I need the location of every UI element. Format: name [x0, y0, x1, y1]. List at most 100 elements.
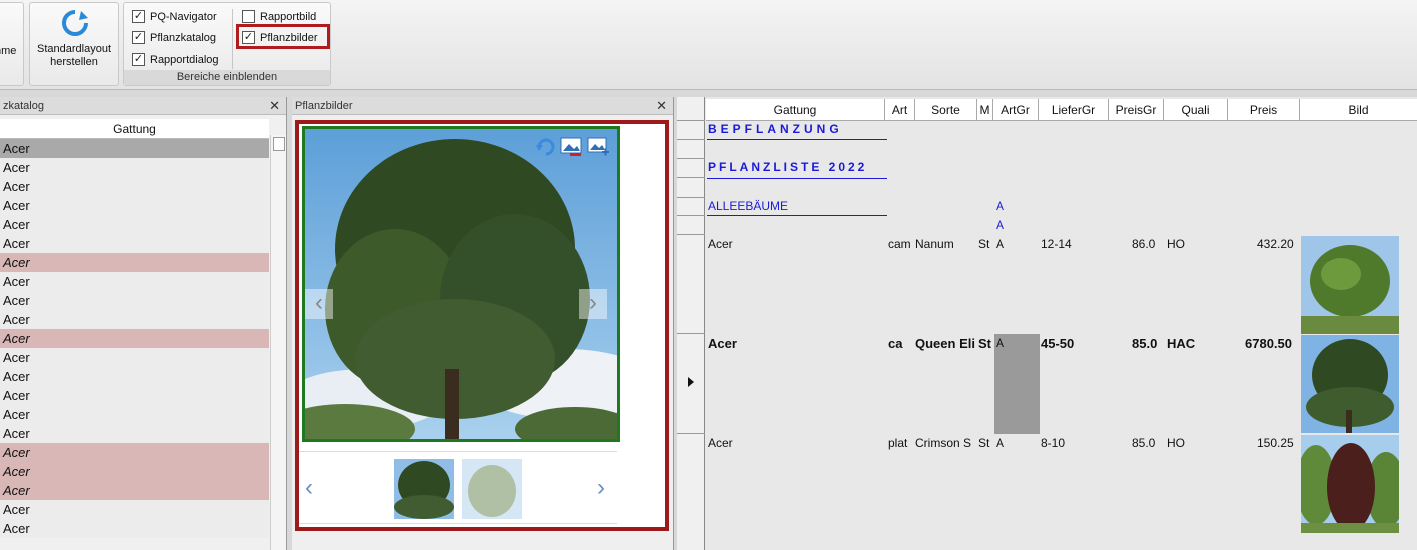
column-header-sorte[interactable]: Sorte [915, 99, 977, 121]
list-item[interactable]: Acer [0, 443, 269, 462]
cell-bild-image[interactable] [1301, 236, 1399, 334]
thumbnail-2[interactable] [462, 459, 522, 519]
section-underline [707, 178, 887, 179]
cell-art[interactable]: cam [888, 237, 911, 251]
list-item[interactable]: Acer [0, 177, 269, 196]
list-item[interactable]: Acer [0, 481, 269, 500]
cell-artgr[interactable]: A [996, 436, 1004, 450]
list-item[interactable]: Acer [0, 519, 269, 538]
cell-sorte[interactable]: Nanum [915, 237, 954, 251]
close-icon[interactable]: ✕ [269, 97, 280, 115]
add-image-icon[interactable] [587, 137, 609, 157]
list-item[interactable]: Acer [0, 291, 269, 310]
checkbox-rapportbild[interactable]: Rapportbild [242, 8, 316, 25]
cell-bild-image[interactable] [1301, 335, 1399, 433]
section-underline [707, 215, 887, 216]
cell-preis[interactable]: 432.20 [1257, 237, 1294, 251]
next-image-arrow-icon[interactable]: › [579, 289, 607, 319]
list-item[interactable]: Acer [0, 158, 269, 177]
cell-m[interactable]: St [978, 237, 989, 251]
cell-quali[interactable]: HO [1167, 237, 1185, 251]
checkbox-rapportdialog[interactable]: ✓ Rapportdialog [132, 51, 219, 68]
cell-m[interactable]: St [978, 436, 989, 450]
row-divider [677, 215, 705, 216]
list-item[interactable]: Acer [0, 424, 269, 443]
vertical-scrollbar[interactable] [270, 135, 286, 550]
row-header-column [677, 97, 705, 550]
checkbox-pflanzkatalog[interactable]: ✓ Pflanzkatalog [132, 29, 216, 46]
column-header-artgr[interactable]: ArtGr [993, 99, 1039, 121]
cell-liefergr[interactable]: 45-50 [1041, 336, 1074, 351]
scrollbar-thumb[interactable] [273, 137, 285, 151]
cell-gattung[interactable]: Acer [708, 336, 737, 351]
cell-preis[interactable]: 6780.50 [1245, 336, 1292, 351]
standard-layout-button[interactable]: Standardlayout herstellen [29, 2, 119, 86]
checkbox-label: Rapportdialog [150, 53, 219, 66]
remove-image-icon[interactable] [560, 137, 582, 157]
thumbnail-1[interactable] [394, 459, 454, 519]
cell-sorte[interactable]: Queen Eli [915, 336, 975, 351]
cell-gattung[interactable]: Acer [708, 237, 733, 251]
cell-art[interactable]: ca [888, 336, 902, 351]
column-header-quali[interactable]: Quali [1164, 99, 1228, 121]
panel-title: Pflanzbilder ✕ [292, 97, 673, 115]
column-header-liefergr[interactable]: LieferGr [1039, 99, 1109, 121]
plant-thumbnail [1301, 335, 1399, 433]
column-header-m[interactable]: M [977, 99, 993, 121]
list-item[interactable]: Acer [0, 405, 269, 424]
image-highlight-frame: ‹ › ‹ › [295, 120, 669, 531]
list-item[interactable]: Acer [0, 462, 269, 481]
section-heading: BEPFLANZUNG [708, 122, 843, 136]
list-item[interactable]: Acer [0, 500, 269, 519]
list-item[interactable]: Acer [0, 234, 269, 253]
cell-art[interactable]: plat [888, 436, 907, 450]
list-item[interactable]: Acer [0, 196, 269, 215]
list-item[interactable]: Acer [0, 310, 269, 329]
cell-quali[interactable]: HO [1167, 436, 1185, 450]
partial-ribbon-button[interactable]: nme [0, 2, 24, 86]
row-divider [677, 158, 705, 159]
cell-preisgr[interactable]: 85.0 [1132, 436, 1155, 450]
plant-thumbnail [1301, 435, 1399, 533]
list-item[interactable]: Acer [0, 367, 269, 386]
cell-liefergr[interactable]: 12-14 [1041, 237, 1072, 251]
cell-sorte[interactable]: Crimson S [915, 436, 971, 450]
thumbs-prev-icon[interactable]: ‹ [305, 474, 313, 502]
list-item[interactable]: Acer [0, 253, 269, 272]
list-item[interactable]: Acer [0, 272, 269, 291]
cell-preisgr[interactable]: 85.0 [1132, 336, 1157, 351]
grid-header: Gattung Art Sorte M ArtGr LieferGr Preis… [706, 99, 1417, 121]
cell-preis[interactable]: 150.25 [1257, 436, 1294, 450]
cell-artgr[interactable]: A [996, 336, 1004, 350]
list-item[interactable]: Acer [0, 139, 269, 158]
column-header-gattung[interactable]: Gattung [706, 99, 885, 121]
cell-m[interactable]: St [978, 336, 991, 351]
column-header-preisgr[interactable]: PreisGr [1109, 99, 1164, 121]
cell-quali[interactable]: HAC [1167, 336, 1195, 351]
column-header-gattung[interactable]: Gattung [0, 119, 269, 139]
checkbox-pq-navigator[interactable]: ✓ PQ-Navigator [132, 8, 217, 25]
column-header-preis[interactable]: Preis [1228, 99, 1300, 121]
cell-liefergr[interactable]: 8-10 [1041, 436, 1065, 450]
column-header-art[interactable]: Art [885, 99, 915, 121]
highlight-frame [236, 24, 330, 49]
rotate-icon[interactable] [535, 137, 557, 157]
checkbox-label: PQ-Navigator [150, 10, 217, 23]
prev-image-arrow-icon[interactable]: ‹ [305, 289, 333, 319]
cell-gattung[interactable]: Acer [708, 436, 733, 450]
list-item[interactable]: Acer [0, 386, 269, 405]
standard-layout-label: Standardlayout herstellen [37, 43, 111, 68]
thumbnail-image [462, 459, 522, 519]
row-divider [677, 234, 705, 235]
rapport-grid: Gattung Art Sorte M ArtGr LieferGr Preis… [677, 97, 1417, 550]
column-header-bild[interactable]: Bild [1300, 99, 1417, 121]
list-item[interactable]: Acer [0, 348, 269, 367]
cell-artgr[interactable]: A [996, 237, 1004, 251]
thumbs-next-icon[interactable]: › [597, 474, 605, 502]
cell-preisgr[interactable]: 86.0 [1132, 237, 1155, 251]
cell-bild-image[interactable] [1301, 435, 1399, 533]
catalog-list: Acer Acer Acer Acer Acer Acer Acer Acer … [0, 139, 269, 538]
list-item[interactable]: Acer [0, 215, 269, 234]
list-item[interactable]: Acer [0, 329, 269, 348]
close-icon[interactable]: ✕ [656, 97, 667, 115]
